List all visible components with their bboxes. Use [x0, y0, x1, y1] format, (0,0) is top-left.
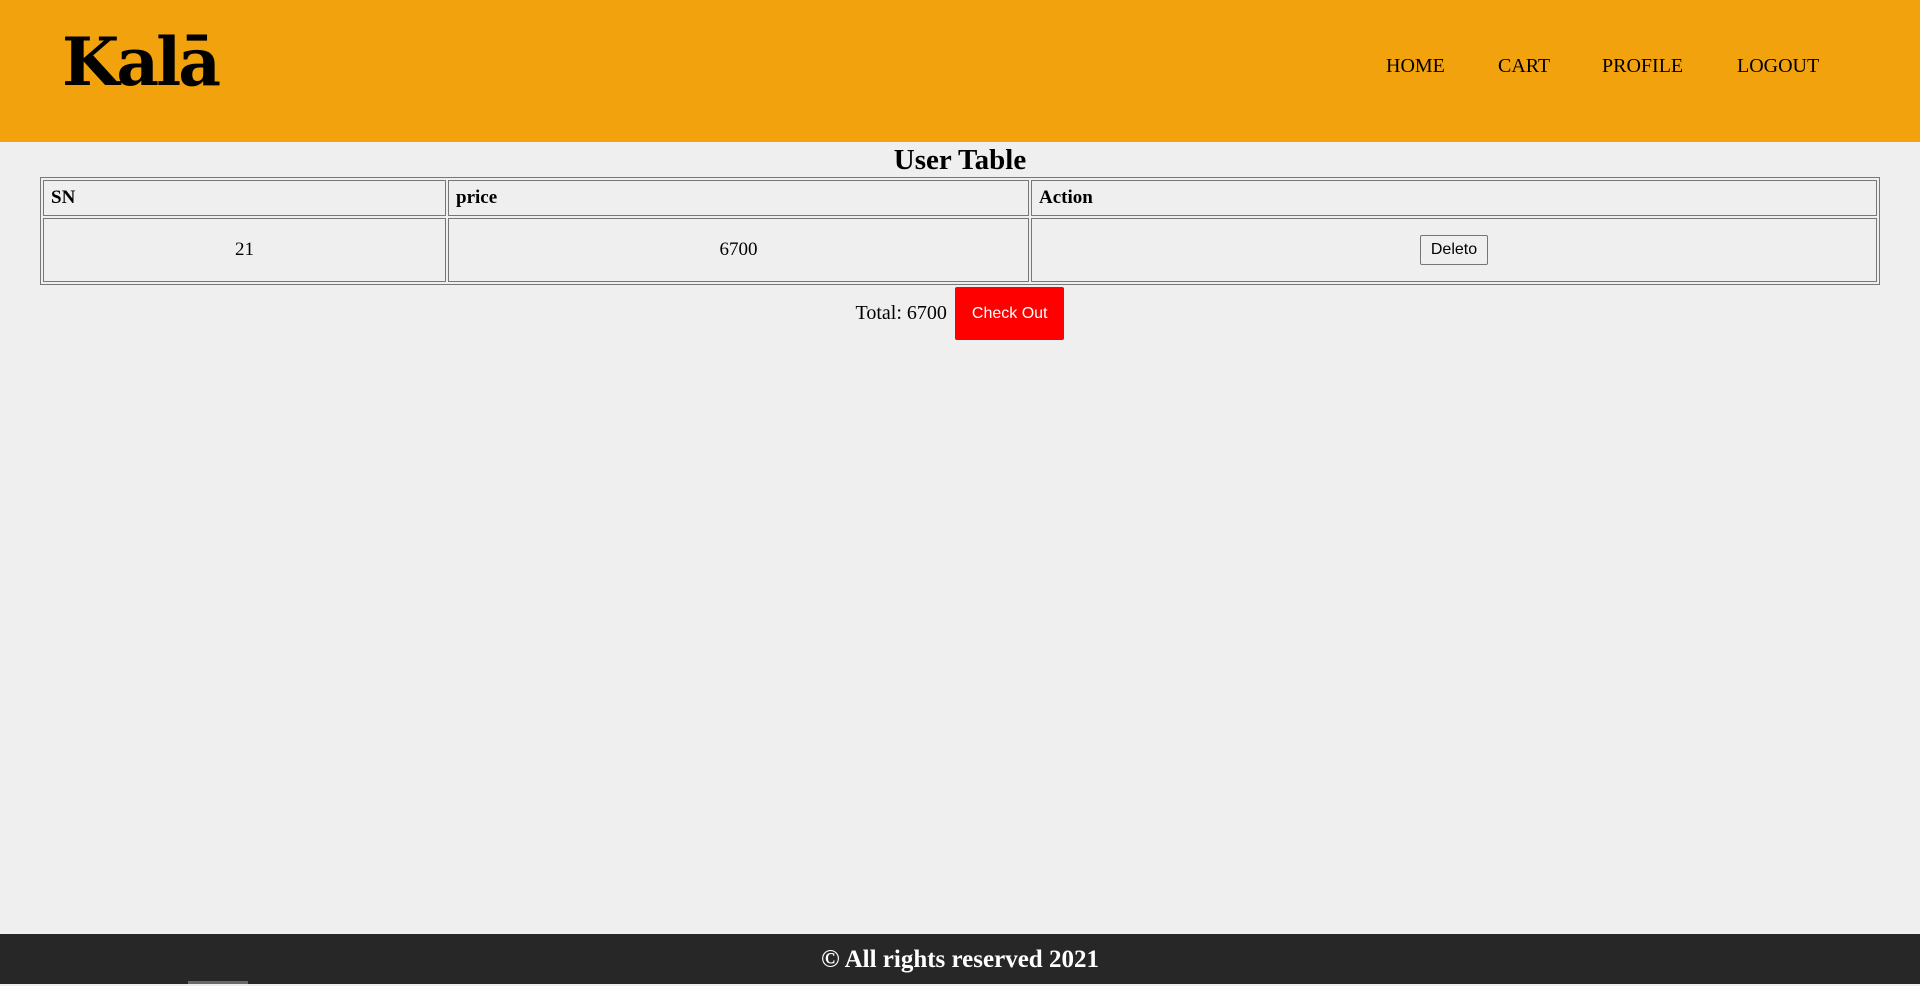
site-footer: © All rights reserved 2021	[0, 934, 1920, 984]
site-header: Kalā HOME CART PROFILE LOGOUT	[0, 0, 1920, 142]
checkout-button[interactable]: Check Out	[954, 287, 1065, 340]
nav-logout-link[interactable]: LOGOUT	[1737, 55, 1819, 78]
nav-cart-link[interactable]: CART	[1498, 55, 1550, 78]
user-table: SN price Action 21 6700 Deleto	[40, 177, 1880, 285]
column-header-sn: SN	[43, 180, 446, 216]
total-row: Total: 6700 Check Out	[0, 287, 1920, 340]
cell-price: 6700	[448, 218, 1029, 282]
cell-sn: 21	[43, 218, 446, 282]
table-header-row: SN price Action	[43, 180, 1877, 216]
nav-home-link[interactable]: HOME	[1386, 55, 1445, 78]
copyright-text: © All rights reserved 2021	[821, 946, 1099, 973]
nav-profile-link[interactable]: PROFILE	[1602, 55, 1683, 78]
table-row: 21 6700 Deleto	[43, 218, 1877, 282]
column-header-price: price	[448, 180, 1029, 216]
page-title: User Table	[893, 144, 1027, 176]
delete-button[interactable]: Deleto	[1419, 235, 1489, 265]
column-header-action: Action	[1031, 180, 1877, 216]
cell-action: Deleto	[1031, 218, 1877, 282]
total-amount: Total: 6700	[855, 302, 947, 324]
site-logo[interactable]: Kalā	[62, 22, 221, 102]
